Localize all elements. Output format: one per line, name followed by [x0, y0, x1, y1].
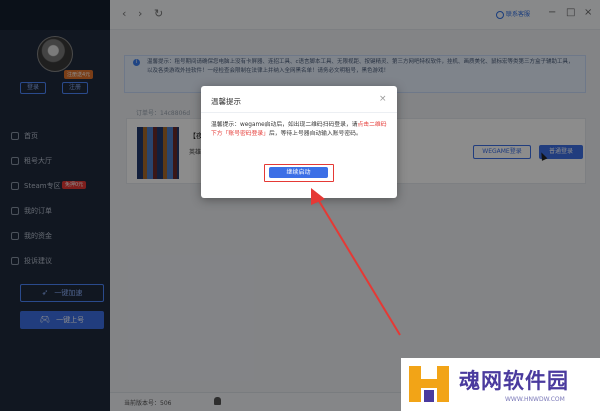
dialog-title: 温馨提示: [211, 97, 241, 106]
dialog-message-part2: 后，等待上号器自动输入账号密码。: [268, 131, 362, 137]
dialog-message-part1: 温馨提示：wegame启动后，如出现二维码扫码登录，请: [211, 122, 358, 128]
dialog-divider: [201, 112, 397, 113]
continue-launch-button[interactable]: 继续启动: [269, 167, 328, 178]
tip-dialog: 温馨提示 × 温馨提示：wegame启动后，如出现二维码扫码登录，请点击二维码下…: [201, 86, 397, 198]
watermark: 魂网软件园 WWW.HNWDW.COM: [401, 358, 600, 411]
watermark-title: 魂网软件园: [459, 369, 569, 393]
watermark-url: WWW.HNWDW.COM: [505, 396, 565, 403]
modal-overlay: [0, 0, 600, 411]
highlight-frame: 继续启动: [264, 164, 334, 182]
watermark-logo-icon: [409, 366, 449, 402]
dialog-message: 温馨提示：wegame启动后，如出现二维码扫码登录，请点击二维码下方「账号密码登…: [211, 121, 389, 139]
close-icon[interactable]: ×: [379, 94, 387, 104]
